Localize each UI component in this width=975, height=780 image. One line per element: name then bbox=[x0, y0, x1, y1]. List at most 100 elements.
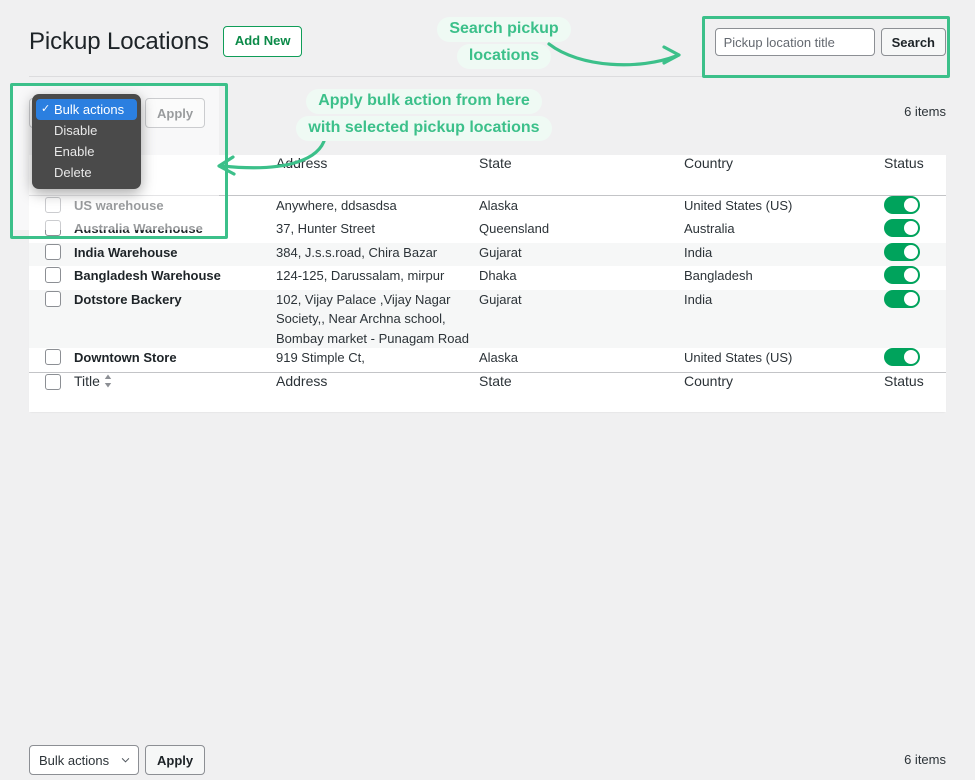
status-toggle[interactable] bbox=[884, 242, 920, 261]
row-title-cell: India Warehouse bbox=[74, 243, 276, 267]
status-toggle[interactable] bbox=[884, 289, 920, 308]
tablenav-bottom: Bulk actions Apply bbox=[29, 745, 206, 775]
status-toggle-knob bbox=[904, 197, 918, 212]
row-state-cell: Alaska bbox=[479, 350, 519, 365]
apply-button-top[interactable]: Apply bbox=[145, 98, 206, 128]
dropdown-option-delete[interactable]: Delete bbox=[32, 162, 141, 183]
row-status-cell bbox=[884, 289, 946, 349]
search-button[interactable]: Search bbox=[880, 28, 946, 56]
row-title-cell: US warehouse bbox=[74, 195, 276, 219]
status-toggle[interactable] bbox=[884, 219, 920, 237]
column-header-state: State bbox=[479, 155, 684, 196]
row-checkbox[interactable] bbox=[45, 267, 61, 283]
row-select-cell bbox=[29, 290, 74, 349]
status-toggle-knob bbox=[904, 350, 918, 364]
add-new-button[interactable]: Add New bbox=[222, 26, 303, 58]
row-address-cell: Anywhere, ddsasdsa bbox=[276, 197, 397, 213]
table-row: Bangladesh Warehouse 124-125, Darussalam… bbox=[29, 266, 946, 290]
column-header-status-label: Status bbox=[884, 155, 924, 171]
status-toggle-knob bbox=[904, 268, 918, 282]
column-footer-title[interactable]: Title bbox=[74, 371, 276, 412]
row-select-cell bbox=[29, 266, 74, 290]
search-arrow-path bbox=[547, 42, 678, 67]
apply-button-bottom[interactable]: Apply bbox=[145, 745, 206, 775]
row-status-cell bbox=[884, 242, 946, 267]
table-row: Dotstore Backery 102, Vijay Palace ,Vija… bbox=[29, 289, 946, 349]
row-select-cell bbox=[29, 219, 74, 243]
column-header-country: Country bbox=[684, 155, 884, 196]
row-title-cell: Australia Warehouse bbox=[74, 219, 276, 243]
row-status-cell bbox=[884, 266, 946, 290]
select-all-footer bbox=[29, 371, 74, 412]
row-country-cell: United States (US) bbox=[684, 197, 793, 213]
row-state-cell: Gujarat bbox=[479, 291, 522, 307]
dropdown-option-enable-label: Enable bbox=[54, 144, 95, 159]
items-count-top: 6 items bbox=[904, 104, 946, 119]
column-header-country-label: Country bbox=[684, 155, 734, 171]
column-footer-status-label: Status bbox=[884, 372, 924, 389]
table-row: Downtown Store 919 Stimple Ct, Alaska Un… bbox=[29, 348, 946, 372]
row-state-cell: Gujarat bbox=[479, 244, 522, 260]
bulk-actions-select-bottom[interactable]: Bulk actions bbox=[29, 745, 139, 775]
page-title: Pickup Locations bbox=[29, 28, 209, 55]
row-title-cell: Bangladesh Warehouse bbox=[74, 266, 276, 290]
column-header-status: Status bbox=[884, 155, 946, 196]
dropdown-option-disable[interactable]: Disable bbox=[32, 120, 141, 141]
row-address-cell: 919 Stimple Ct, bbox=[276, 350, 365, 365]
status-toggle[interactable] bbox=[884, 348, 920, 366]
row-select-cell bbox=[29, 243, 74, 267]
row-title-link[interactable]: Downtown Store bbox=[74, 350, 177, 365]
column-footer-address: Address bbox=[276, 371, 479, 412]
row-address-cell: 384, J.s.s.road, Chira Bazar bbox=[276, 244, 438, 260]
row-status-cell bbox=[884, 195, 946, 219]
callout-search: Search pickup locations bbox=[419, 16, 589, 70]
row-checkbox[interactable] bbox=[45, 220, 61, 236]
row-state-cell: Queensland bbox=[479, 221, 550, 236]
column-footer-address-label: Address bbox=[276, 372, 328, 389]
column-footer-status: Status bbox=[884, 371, 946, 412]
row-title-link[interactable]: US warehouse bbox=[74, 198, 164, 213]
row-checkbox[interactable] bbox=[45, 349, 61, 365]
row-title-link[interactable]: India Warehouse bbox=[74, 245, 178, 260]
row-select-cell bbox=[29, 195, 74, 219]
table-row: US warehouse Anywhere, ddsasdsa Alaska U… bbox=[29, 195, 946, 219]
column-footer-state-label: State bbox=[479, 372, 512, 389]
callout-bulk-line-1: Apply bulk action from here bbox=[306, 89, 542, 114]
status-toggle[interactable] bbox=[884, 195, 920, 214]
status-toggle[interactable] bbox=[884, 266, 920, 284]
row-title-link[interactable]: Dotstore Backery bbox=[74, 292, 182, 307]
column-header-address-label: Address bbox=[276, 155, 328, 171]
column-header-state-label: State bbox=[479, 155, 512, 171]
search-arrow-head bbox=[662, 45, 681, 65]
bulk-actions-dropdown-menu[interactable]: ✓ Bulk actions Disable Enable Delete bbox=[32, 94, 141, 189]
row-status-cell bbox=[884, 348, 946, 372]
row-title-cell: Downtown Store bbox=[74, 348, 276, 372]
status-toggle-knob bbox=[904, 291, 918, 306]
sort-arrows-icon[interactable] bbox=[104, 374, 112, 388]
row-checkbox[interactable] bbox=[45, 290, 61, 307]
row-checkbox[interactable] bbox=[45, 243, 61, 260]
row-title-link[interactable]: Australia Warehouse bbox=[74, 221, 203, 236]
column-header-address: Address bbox=[276, 155, 479, 196]
search-input[interactable] bbox=[714, 28, 875, 56]
bulk-actions-select-bottom-value: Bulk actions bbox=[39, 752, 110, 768]
table-body: US warehouse Anywhere, ddsasdsa Alaska U… bbox=[29, 195, 946, 372]
row-country-cell: United States (US) bbox=[684, 350, 793, 365]
select-all-checkbox-bottom[interactable] bbox=[45, 373, 61, 390]
dropdown-option-enable[interactable]: Enable bbox=[32, 141, 141, 162]
row-address-cell: 37, Hunter Street bbox=[276, 221, 375, 236]
table-row: Australia Warehouse 37, Hunter Street Qu… bbox=[29, 219, 946, 243]
items-count-bottom: 6 items bbox=[904, 752, 946, 767]
dropdown-option-delete-label: Delete bbox=[54, 165, 92, 180]
status-toggle-knob bbox=[904, 244, 918, 259]
table-head: Title Address State Country Status bbox=[29, 155, 946, 196]
row-select-cell bbox=[29, 348, 74, 372]
table-row: India Warehouse 384, J.s.s.road, Chira B… bbox=[29, 242, 946, 267]
row-title-link[interactable]: Bangladesh Warehouse bbox=[74, 268, 221, 283]
row-country-cell: India bbox=[684, 291, 713, 307]
column-footer-state: State bbox=[479, 371, 684, 412]
row-state-cell: Dhaka bbox=[479, 268, 517, 283]
row-checkbox[interactable] bbox=[45, 196, 61, 213]
dropdown-option-bulk-actions[interactable]: ✓ Bulk actions bbox=[36, 99, 137, 120]
table-foot: Title Address State Country Status bbox=[29, 371, 946, 412]
